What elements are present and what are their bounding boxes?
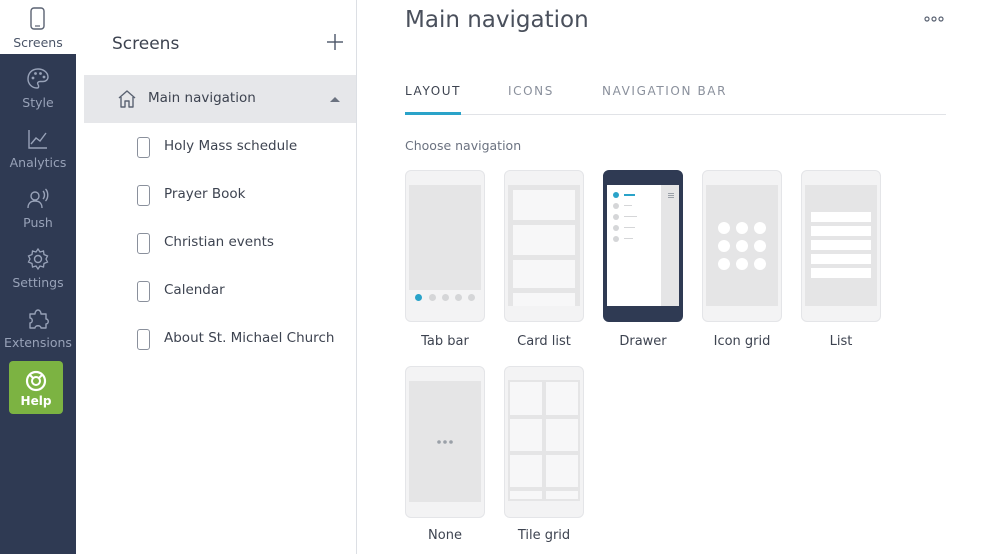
more-options-icon[interactable]	[922, 12, 946, 26]
screen-item[interactable]: Prayer Book	[84, 171, 356, 219]
layout-preview	[508, 380, 580, 501]
home-icon	[118, 90, 136, 108]
screen-item-label: Holy Mass schedule	[164, 138, 298, 154]
layout-option-tile-grid[interactable]: Tile grid	[504, 366, 584, 543]
phone-icon	[30, 7, 45, 30]
screen-item-label: Christian events	[164, 234, 274, 250]
layout-option-drawer[interactable]: Drawer	[603, 170, 683, 349]
screen-item-label: Prayer Book	[164, 186, 246, 202]
layout-option-list[interactable]: List	[801, 170, 881, 349]
tab-layout[interactable]: LAYOUT	[405, 84, 461, 98]
app-window: Screens Style Analytics Push Settings Ex…	[0, 0, 994, 554]
tab-bar: LAYOUT ICONS NAVIGATION BAR	[405, 82, 946, 115]
sidebar-item-extensions[interactable]: Extensions	[0, 300, 76, 360]
puzzle-icon	[29, 309, 49, 329]
screen-item-label: About St. Michael Church	[164, 330, 335, 346]
help-button[interactable]: Help	[9, 361, 63, 414]
tab-icons[interactable]: ICONS	[508, 84, 554, 98]
tab-navigation-bar[interactable]: NAVIGATION BAR	[602, 84, 727, 98]
sidebar-item-label: Screens	[13, 35, 63, 50]
sidebar-item-label: Extensions	[4, 335, 72, 350]
layout-preview	[607, 185, 679, 306]
phone-icon	[137, 185, 150, 206]
layout-option-card-list[interactable]: Card list	[504, 170, 584, 349]
push-icon	[27, 188, 49, 209]
sidebar-item-style[interactable]: Style	[0, 60, 76, 120]
chart-icon	[28, 130, 47, 149]
layout-preview	[409, 381, 481, 502]
ellipsis-icon	[437, 440, 453, 444]
help-label: Help	[20, 394, 52, 408]
layout-preview	[409, 185, 481, 306]
sidebar-item-label: Push	[23, 215, 53, 230]
gear-icon	[27, 247, 49, 271]
main-sidebar: Screens Style Analytics Push Settings Ex…	[0, 0, 76, 554]
screen-item[interactable]: Calendar	[84, 267, 356, 315]
screen-item[interactable]: Holy Mass schedule	[84, 123, 356, 171]
sidebar-item-label: Settings	[12, 275, 64, 290]
screen-item-label: Calendar	[164, 282, 225, 298]
sidebar-item-label: Analytics	[9, 155, 67, 170]
add-screen-button[interactable]	[326, 33, 344, 51]
lifebuoy-icon	[25, 370, 47, 392]
section-label: Choose navigation	[405, 138, 522, 153]
screen-item[interactable]: About St. Michael Church	[84, 315, 356, 363]
sidebar-item-analytics[interactable]: Analytics	[0, 120, 76, 180]
phone-icon	[137, 137, 150, 158]
page-title: Main navigation	[405, 7, 589, 33]
layout-option-tab-bar[interactable]: Tab bar	[405, 170, 485, 349]
sidebar-item-screens[interactable]: Screens	[0, 0, 76, 54]
phone-icon	[137, 329, 150, 350]
palette-icon	[27, 68, 49, 89]
collapse-caret-icon[interactable]	[330, 97, 340, 102]
layout-option-label: Tile grid	[517, 528, 571, 543]
layout-option-label: List	[829, 334, 853, 349]
layout-preview	[706, 185, 778, 306]
layout-preview	[805, 185, 877, 306]
sidebar-item-label: Style	[22, 95, 54, 110]
phone-icon	[137, 281, 150, 302]
screen-item[interactable]: Christian events	[84, 219, 356, 267]
layout-preview	[508, 185, 580, 306]
active-tab-indicator	[405, 112, 461, 115]
screen-item-main-navigation[interactable]: Main navigation	[84, 75, 356, 123]
phone-icon	[137, 233, 150, 254]
panel-title: Screens	[112, 34, 180, 54]
layout-option-icon-grid[interactable]: Icon grid	[702, 170, 782, 349]
layout-option-none[interactable]: None	[405, 366, 485, 543]
sidebar-item-settings[interactable]: Settings	[0, 240, 76, 300]
screen-item-label: Main navigation	[148, 90, 256, 106]
screens-panel: Screens Main navigation Holy Mass schedu…	[76, 0, 357, 554]
sidebar-item-push[interactable]: Push	[0, 180, 76, 240]
